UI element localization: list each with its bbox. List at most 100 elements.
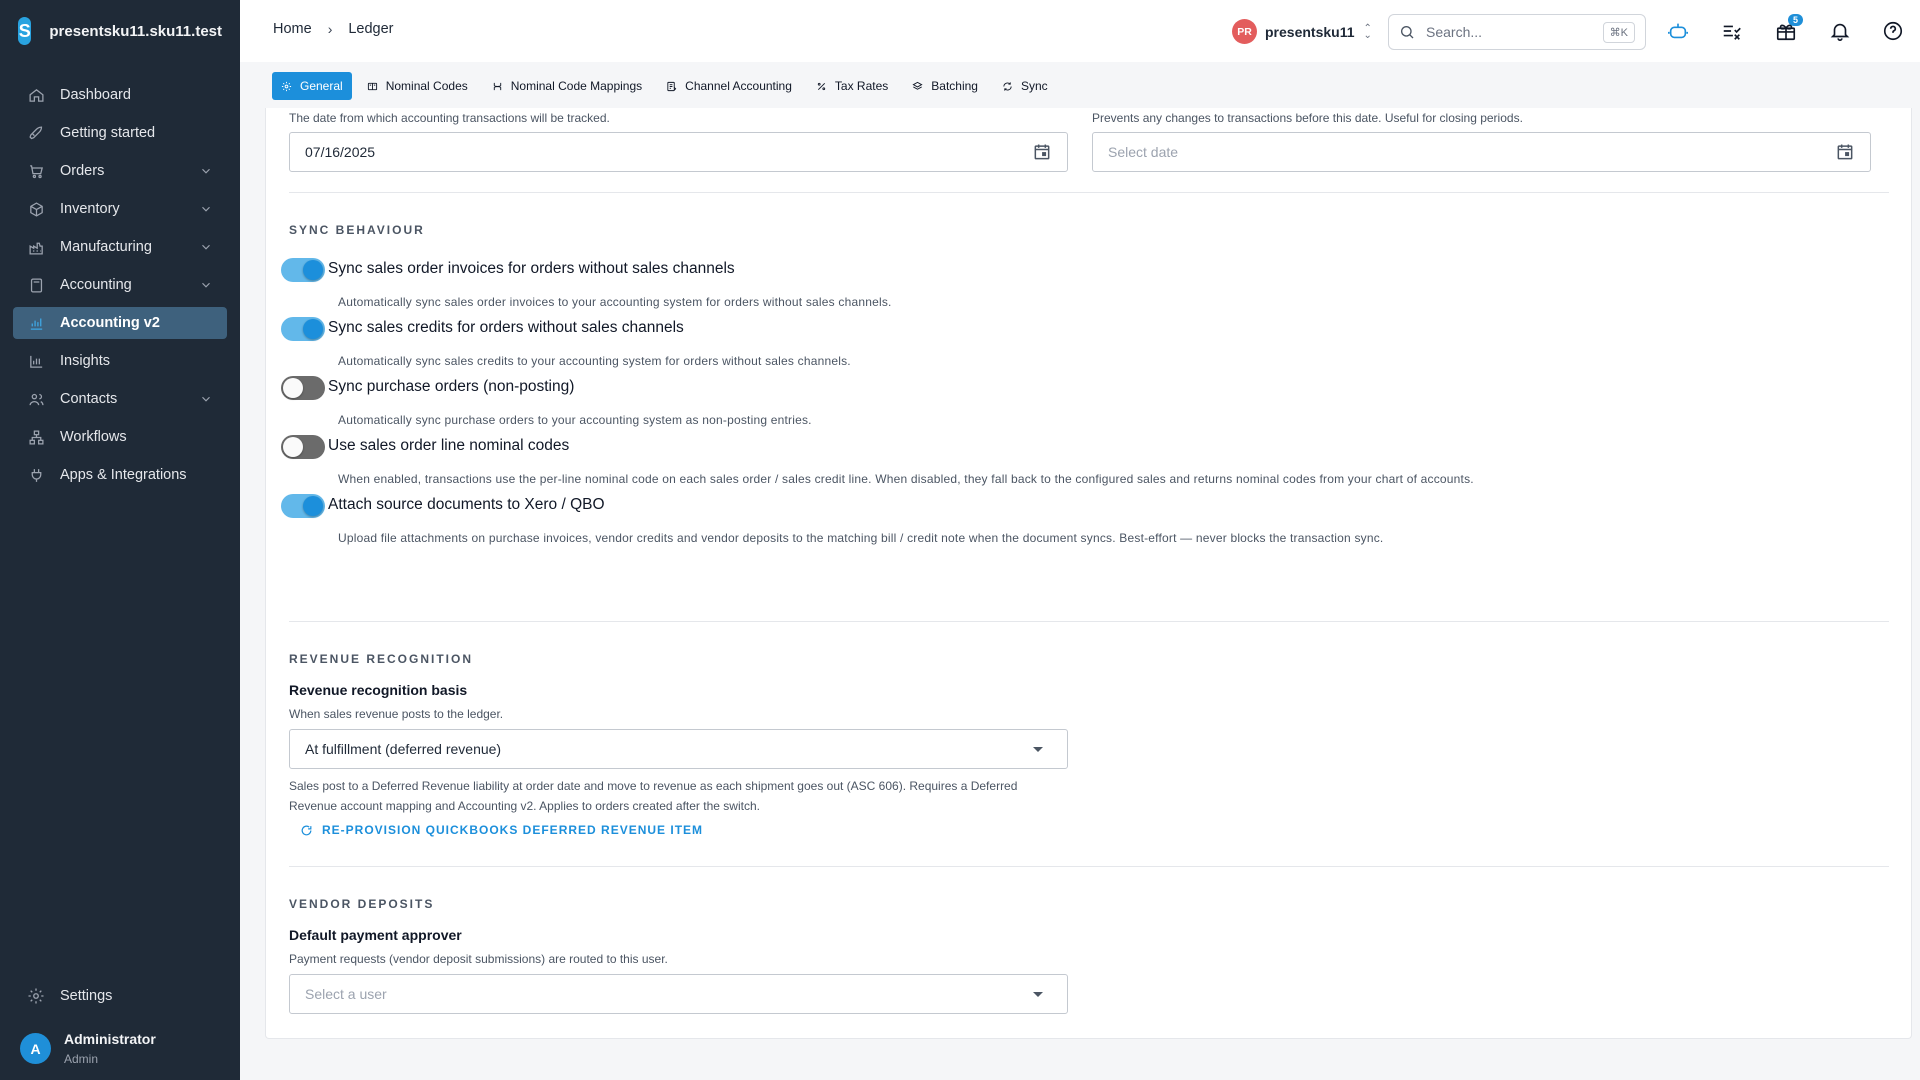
- breadcrumb-home[interactable]: Home: [273, 21, 312, 37]
- lock-date-placeholder: Select date: [1108, 144, 1179, 160]
- sidebar-item-dashboard[interactable]: Dashboard: [13, 79, 227, 111]
- sidebar-item-workflows[interactable]: Workflows: [13, 421, 227, 453]
- chevron-updown-icon: ⌃ ⌄: [1363, 22, 1372, 41]
- sidebar-item-insights[interactable]: Insights: [13, 345, 227, 377]
- user-name: Administrator: [64, 1031, 156, 1047]
- toggle-description: Automatically sync sales credits to your…: [338, 354, 851, 368]
- revenue-basis-select[interactable]: At fulfillment (deferred revenue): [289, 729, 1068, 769]
- revenue-basis-helper: When sales revenue posts to the ledger.: [289, 707, 504, 721]
- sidebar-item-label: Apps & Integrations: [60, 467, 187, 483]
- assistant-bot-icon[interactable]: [1666, 19, 1690, 43]
- calendar-icon[interactable]: [1032, 142, 1052, 162]
- toggle-knob: [283, 378, 303, 398]
- explanation-line: Sales post to a Deferred Revenue liabili…: [289, 779, 1018, 793]
- gift-icon[interactable]: 5: [1774, 14, 1803, 43]
- sidebar: S presentsku11.sku11.test Dashboard Getti…: [0, 0, 240, 1080]
- sidebar-item-accounting[interactable]: Accounting: [13, 269, 227, 301]
- tab-tax-rates[interactable]: Tax Rates: [807, 72, 897, 100]
- breadcrumb-ledger: Ledger: [348, 21, 394, 37]
- settings-tabs: General Nominal Codes Nominal Code Mapping…: [272, 72, 1063, 100]
- sidebar-item-label: Dashboard: [60, 87, 131, 103]
- start-date-field[interactable]: 07/16/2025: [289, 132, 1068, 172]
- sync-icon: [1003, 81, 1012, 91]
- tab-general[interactable]: General: [272, 72, 352, 100]
- sidebar-item-getting-started[interactable]: Getting started: [13, 117, 227, 149]
- tab-label: Nominal Codes: [385, 79, 468, 93]
- sidebar-item-label: Workflows: [60, 429, 127, 445]
- tab-nominal-code-mappings[interactable]: Nominal Code Mappings: [483, 72, 651, 100]
- sidebar-item-accounting-v2[interactable]: Accounting v2: [13, 307, 227, 339]
- toggle-description: Automatically sync purchase orders to yo…: [338, 413, 812, 427]
- account-switcher[interactable]: PR presentsku11 ⌃ ⌄: [1232, 19, 1372, 44]
- toggle-switch[interactable]: [281, 435, 325, 459]
- book-icon: [367, 82, 377, 90]
- toggle-switch[interactable]: [281, 494, 325, 518]
- avatar: A: [20, 1033, 51, 1064]
- sidebar-item-label: Accounting: [60, 277, 132, 293]
- toggle-knob: [283, 437, 303, 457]
- sidebar-item-apps-integrations[interactable]: Apps & Integrations: [13, 459, 227, 491]
- chevron-down-icon[interactable]: [199, 240, 213, 254]
- chevron-down-icon[interactable]: [199, 164, 213, 178]
- top-header: Home › Ledger PR presentsku11 ⌃ ⌄ Search.…: [240, 0, 1920, 62]
- toggle-label: Attach source documents to Xero / QBO: [328, 496, 605, 513]
- lock-date-field[interactable]: Select date: [1092, 132, 1871, 172]
- refresh-icon: [301, 825, 312, 835]
- brand[interactable]: S presentsku11.sku11.test: [0, 0, 240, 62]
- payment-approver-label: Default payment approver: [289, 927, 462, 943]
- toggle-description: When enabled, transactions use the per-l…: [338, 472, 1474, 486]
- chevron-down-icon[interactable]: [199, 278, 213, 292]
- gear-icon: [28, 988, 44, 1004]
- search-shortcut: ⌘K: [1602, 21, 1635, 43]
- toggle-description: Automatically sync sales order invoices …: [338, 295, 892, 309]
- tasks-check-icon[interactable]: [1720, 19, 1744, 43]
- home-icon: [27, 86, 45, 104]
- plug-icon: [27, 466, 45, 484]
- tab-sync[interactable]: Sync: [993, 72, 1057, 100]
- toggle-knob: [303, 260, 323, 280]
- chevron-down-icon[interactable]: [199, 202, 213, 216]
- breadcrumb: Home › Ledger: [273, 21, 394, 37]
- sidebar-item-manufacturing[interactable]: Manufacturing: [13, 231, 227, 263]
- sidebar-item-contacts[interactable]: Contacts: [13, 383, 227, 415]
- sidebar-item-inventory[interactable]: Inventory: [13, 193, 227, 225]
- tab-label: Tax Rates: [834, 79, 889, 93]
- gift-badge: 5: [1787, 14, 1803, 26]
- users-icon: [27, 390, 45, 408]
- sidebar-item-label: Inventory: [60, 201, 120, 217]
- start-date-helper: The date from which accounting transacti…: [289, 111, 610, 125]
- tab-batching[interactable]: Batching: [903, 72, 987, 100]
- toggle-description: Upload file attachments on purchase invo…: [338, 531, 1384, 545]
- tab-channel-accounting[interactable]: Channel Accounting: [657, 72, 801, 100]
- layers-icon: [912, 81, 923, 90]
- org-name: presentsku11.sku11.test: [49, 22, 222, 40]
- sidebar-item-settings[interactable]: Settings: [13, 979, 227, 1013]
- payment-approver-placeholder: Select a user: [305, 986, 387, 1002]
- bell-icon[interactable]: [1828, 19, 1852, 43]
- toggle-knob: [303, 319, 323, 339]
- calendar-icon[interactable]: [1835, 142, 1855, 162]
- reprovision-label: RE-PROVISION QUICKBOOKS DEFERRED REVENUE…: [322, 823, 704, 837]
- tab-label: Nominal Code Mappings: [510, 79, 643, 93]
- sidebar-item-orders[interactable]: Orders: [13, 155, 227, 187]
- cart-icon: [27, 162, 45, 180]
- payment-approver-select[interactable]: Select a user: [289, 974, 1068, 1014]
- settings-label: Settings: [60, 988, 113, 1004]
- sidebar-item-label: Orders: [60, 163, 105, 179]
- tab-label: General: [300, 79, 343, 93]
- account-avatar: PR: [1232, 19, 1257, 44]
- toggle-switch[interactable]: [281, 258, 325, 282]
- help-icon[interactable]: [1881, 19, 1905, 43]
- reprovision-deferred-revenue-button[interactable]: RE-PROVISION QUICKBOOKS DEFERRED REVENUE…: [300, 823, 703, 837]
- toggle-switch[interactable]: [281, 376, 325, 400]
- toggle-label: Sync sales credits for orders without sa…: [328, 319, 684, 336]
- chevron-down-icon[interactable]: [199, 392, 213, 406]
- account-name: presentsku11: [1265, 23, 1355, 40]
- toggle-switch[interactable]: [281, 317, 325, 341]
- user-profile[interactable]: A Administrator Admin: [0, 1013, 240, 1080]
- revenue-basis-value: At fulfillment (deferred revenue): [305, 741, 502, 757]
- tab-label: Channel Accounting: [685, 79, 792, 93]
- search-input[interactable]: Search... ⌘K: [1388, 14, 1646, 50]
- tab-nominal-codes[interactable]: Nominal Codes: [358, 72, 477, 100]
- vendor-deposits-title: VENDOR DEPOSITS: [289, 897, 435, 911]
